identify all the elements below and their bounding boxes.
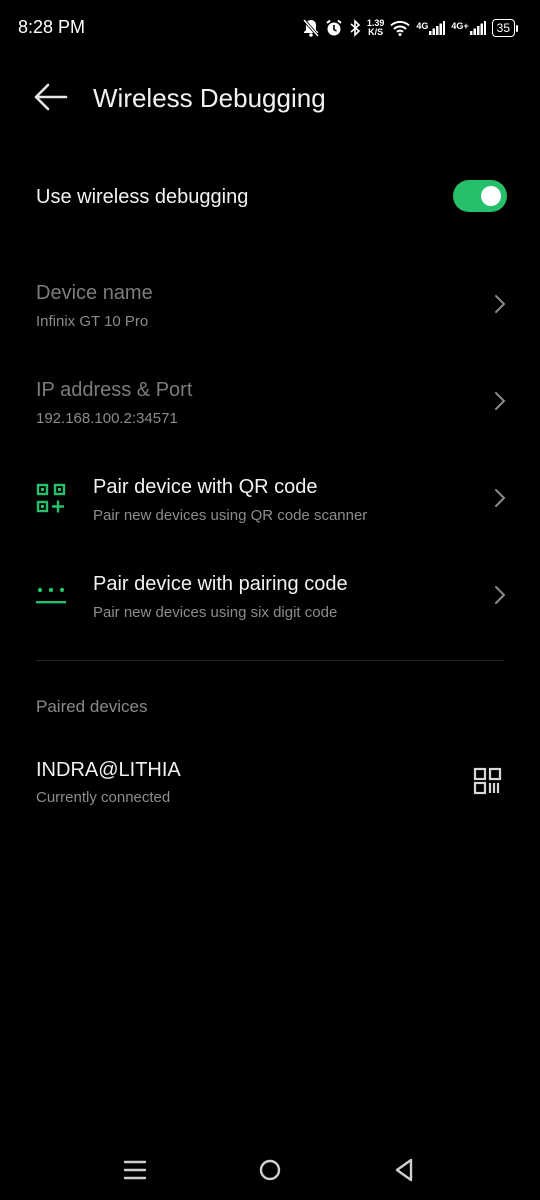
wireless-debugging-toggle-row[interactable]: Use wireless debugging xyxy=(0,170,540,226)
divider xyxy=(36,660,504,661)
network-type-2: 4G+ xyxy=(451,21,469,31)
status-bar: 8:28 PM 1.39 K/S 4G 4G+ 35 xyxy=(0,0,540,56)
paired-device-item[interactable]: INDRA@LITHIA Currently connected xyxy=(0,755,540,815)
qr-add-icon xyxy=(36,483,66,518)
qr-code-icon[interactable] xyxy=(473,767,503,795)
paired-devices-header: Paired devices xyxy=(36,697,148,716)
status-icons: 1.39 K/S 4G 4G+ 35 xyxy=(302,14,518,42)
pair-code-item[interactable]: Pair device with pairing code Pair new d… xyxy=(0,567,540,633)
device-name-title: Device name xyxy=(36,282,153,304)
navigation-bar xyxy=(0,1140,540,1200)
ip-address-title: IP address & Port xyxy=(36,379,193,401)
network-type-1: 4G xyxy=(416,21,429,31)
battery-icon: 35 xyxy=(491,19,518,37)
signal-2: 4G+ xyxy=(451,21,486,35)
chevron-right-icon xyxy=(493,293,507,315)
pair-code-subtitle: Pair new devices using six digit code xyxy=(93,604,338,621)
pair-qr-item[interactable]: Pair device with QR code Pair new device… xyxy=(0,470,540,536)
paired-device-name: INDRA@LITHIA xyxy=(36,759,181,781)
app-bar: Wireless Debugging xyxy=(0,66,540,130)
signal-icon xyxy=(469,21,486,35)
pairing-code-icon xyxy=(36,584,66,611)
wireless-debugging-switch[interactable] xyxy=(453,180,507,212)
battery-level: 35 xyxy=(491,19,515,37)
wifi-icon xyxy=(390,20,411,36)
device-name-item[interactable]: Device name Infinix GT 10 Pro xyxy=(0,276,540,342)
ip-address-item[interactable]: IP address & Port 192.168.100.2:34571 xyxy=(0,373,540,439)
alarm-icon xyxy=(325,19,343,37)
bell-off-icon xyxy=(302,19,319,37)
ip-address-value: 192.168.100.2:34571 xyxy=(36,410,178,427)
bluetooth-icon xyxy=(349,19,361,37)
chevron-right-icon xyxy=(493,390,507,412)
back-arrow-icon[interactable] xyxy=(30,80,70,114)
network-speed: 1.39 K/S xyxy=(367,19,385,37)
menu-icon[interactable] xyxy=(115,1154,155,1186)
chevron-right-icon xyxy=(493,584,507,606)
pair-code-title: Pair device with pairing code xyxy=(93,573,348,595)
signal-1: 4G xyxy=(416,21,446,35)
switch-knob xyxy=(481,186,501,206)
signal-icon xyxy=(429,21,446,35)
device-name-value: Infinix GT 10 Pro xyxy=(36,313,149,330)
page-title: Wireless Debugging xyxy=(93,83,326,113)
back-triangle-icon[interactable] xyxy=(384,1154,424,1186)
home-icon[interactable] xyxy=(250,1154,290,1186)
speed-unit: K/S xyxy=(368,27,384,37)
pair-qr-title: Pair device with QR code xyxy=(93,476,318,498)
toggle-label: Use wireless debugging xyxy=(36,186,249,208)
status-time: 8:28 PM xyxy=(18,17,86,37)
paired-device-status: Currently connected xyxy=(36,789,171,806)
pair-qr-subtitle: Pair new devices using QR code scanner xyxy=(93,507,368,524)
chevron-right-icon xyxy=(493,487,507,509)
